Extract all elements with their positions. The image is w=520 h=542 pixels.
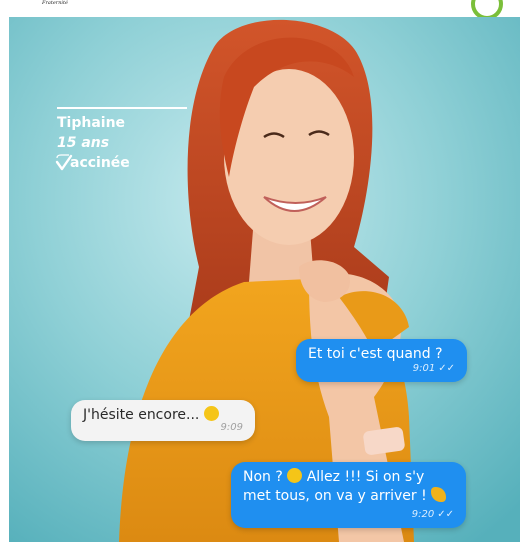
message-bubble-sent-1: Et toi c'est quand ? 9:01 ✓✓	[296, 339, 467, 382]
campaign-poster: Tiphaine 15 ans accinée Et toi c'est qua…	[9, 17, 520, 542]
message-text: J'hésite encore...	[83, 407, 200, 423]
republic-motto: Fraternité	[42, 0, 68, 6]
double-check-icon: ✓✓	[437, 509, 454, 520]
double-check-icon: ✓✓	[438, 363, 455, 374]
worried-face-emoji	[203, 406, 219, 421]
astonished-face-emoji	[287, 468, 303, 483]
vaccinated-status: accinée	[55, 154, 130, 172]
vaccinated-label: accinée	[70, 155, 130, 171]
message-time: 9:01 ✓✓	[412, 363, 455, 374]
message-bubble-sent-2: Non ? Allez !!! Si on s'y met tous, on v…	[231, 462, 466, 528]
name-divider	[57, 107, 187, 109]
message-text-start: Non ?	[243, 469, 283, 485]
message-bubble-received: J'hésite encore... 9:09	[71, 400, 255, 441]
person-name: Tiphaine	[57, 115, 126, 131]
header-strip: Fraternité	[0, 0, 520, 20]
person-age: 15 ans	[57, 135, 110, 151]
flexed-biceps-emoji	[431, 487, 447, 502]
message-time: 9:20 ✓✓	[411, 509, 454, 520]
message-time: 9:09	[220, 422, 243, 433]
